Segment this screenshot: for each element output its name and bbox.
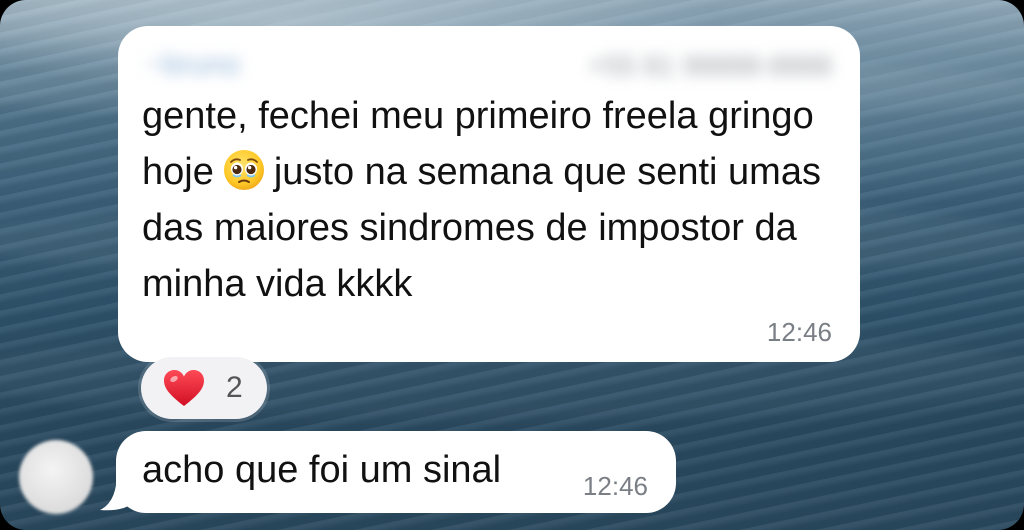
message-text: gente, fechei meu primeiro freela gringo… — [142, 88, 842, 312]
message-bubble[interactable]: ~bruno +55 81 98888-8888 gente, fechei m… — [118, 26, 860, 362]
message-time: 12:46 — [582, 471, 648, 501]
sender-name[interactable]: ~bruno — [146, 48, 240, 82]
pleading-face-emoji-icon — [222, 148, 266, 192]
sender-phone: +55 81 98888-8888 — [588, 50, 832, 81]
message-bubble-second[interactable]: acho que foi um sinal 12:46 — [116, 431, 676, 513]
chat-screen: ~bruno +55 81 98888-8888 gente, fechei m… — [0, 0, 1024, 530]
avatar[interactable] — [19, 440, 93, 514]
message-text: acho que foi um sinal — [142, 449, 502, 491]
red-heart-icon — [163, 369, 205, 409]
reaction-pill[interactable]: 2 — [141, 357, 267, 419]
reaction-count: 2 — [226, 371, 243, 404]
message-time: 12:46 — [766, 317, 832, 347]
